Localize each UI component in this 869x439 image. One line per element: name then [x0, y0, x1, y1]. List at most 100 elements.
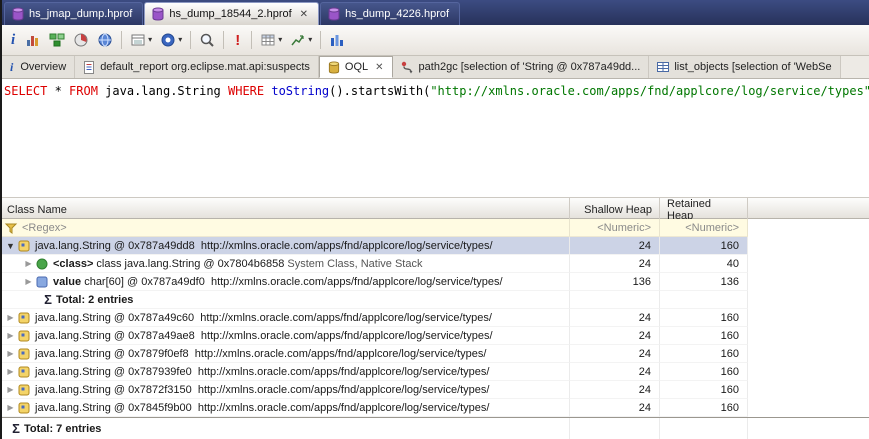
histogram-button[interactable] — [21, 28, 45, 52]
string-object-icon — [18, 330, 30, 341]
hprof-file-icon — [12, 7, 24, 21]
retained-heap-value: 160 — [660, 237, 748, 255]
table-options-button[interactable]: ▾ — [256, 28, 286, 52]
row-label: java.lang.String @ 0x787a49ae8 http://xm… — [35, 329, 493, 342]
table-row[interactable]: ▶ <class> class java.lang.String @ 0x780… — [0, 255, 869, 273]
hprof-file-icon — [152, 7, 164, 21]
heap-overview-button[interactable] — [93, 28, 117, 52]
expand-arrow-icon[interactable]: ▶ — [4, 385, 17, 394]
expand-arrow-icon[interactable]: ▶ — [4, 313, 17, 322]
overview-button[interactable]: i — [5, 28, 21, 52]
run-report-button[interactable] — [69, 28, 93, 52]
row-class-name: ▶ java.lang.String @ 0x787a49c60 http://… — [0, 309, 570, 327]
string-object-icon — [18, 366, 30, 377]
oql-editor-pane: SELECT * FROM java.lang.String WHERE toS… — [0, 79, 869, 439]
editor-tab-hs-dump-18544[interactable]: hs_dump_18544_2.hprof ✕ — [144, 2, 320, 25]
chevron-down-icon: ▾ — [308, 35, 313, 44]
grid-icon — [261, 34, 275, 46]
row-filler — [748, 399, 869, 417]
sigma-icon: Σ — [44, 292, 52, 307]
shallow-heap-value: 24 — [570, 237, 660, 255]
string-object-icon — [18, 348, 30, 359]
toolbar-separator — [121, 31, 123, 49]
editor-tab-bar: hs_jmap_dump.hprof hs_dump_18544_2.hprof… — [0, 0, 869, 25]
row-filler — [748, 255, 869, 273]
row-class-name: ▼ java.lang.String @ 0x787a49dd8 http://… — [0, 237, 570, 255]
oql-classname: java.lang.String — [97, 84, 228, 98]
exclamation-icon: ! — [235, 31, 241, 49]
row-class-name: ▶ java.lang.String @ 0x7845f9b00 http://… — [0, 399, 570, 417]
tab-list-objects[interactable]: list_objects [selection of 'WebSe — [649, 56, 841, 78]
table-row[interactable]: ▶ value char[60] @ 0x787a49df0 http://xm… — [0, 273, 869, 291]
shallow-heap-value — [570, 291, 660, 309]
table-row[interactable]: ▶ java.lang.String @ 0x7879f0ef8 http://… — [0, 345, 869, 363]
table-row[interactable]: ▶ java.lang.String @ 0x787a49ae8 http://… — [0, 327, 869, 345]
editor-tab-hs-dump-4226[interactable]: hs_dump_4226.hprof — [320, 2, 461, 25]
open-views-button[interactable]: ▾ — [126, 28, 156, 52]
tab-label: OQL — [344, 61, 369, 73]
toolbar-separator — [320, 31, 322, 49]
export-chart-icon — [291, 35, 304, 46]
dominator-tree-button[interactable] — [45, 28, 69, 52]
oql-text: (). — [329, 84, 351, 98]
expand-arrow-icon[interactable]: ▶ — [4, 349, 17, 358]
row-filler — [748, 345, 869, 363]
filter-icon — [4, 223, 18, 234]
row-label: java.lang.String @ 0x787a49dd8 http://xm… — [35, 239, 493, 252]
editor-tab-hs-jmap-dump[interactable]: hs_jmap_dump.hprof — [4, 2, 144, 25]
expand-arrow-icon[interactable]: ▶ — [4, 367, 17, 376]
expand-arrow-icon[interactable]: ▼ — [4, 241, 17, 251]
oql-icon — [328, 60, 340, 74]
mat-window: hs_jmap_dump.hprof hs_dump_18544_2.hprof… — [0, 0, 869, 439]
table-row[interactable]: ▶ java.lang.String @ 0x7872f3150 http://… — [0, 381, 869, 399]
shallow-heap-value: 24 — [570, 381, 660, 399]
compare-button[interactable] — [325, 28, 349, 52]
filter-shallow-heap[interactable]: <Numeric> — [570, 219, 660, 237]
filter-class-name[interactable]: <Regex> — [0, 219, 570, 237]
expand-arrow-icon[interactable]: ▶ — [22, 277, 35, 286]
class-icon — [36, 258, 48, 269]
close-icon[interactable]: ✕ — [375, 62, 383, 73]
oql-query-input[interactable]: SELECT * FROM java.lang.String WHERE toS… — [0, 79, 869, 197]
row-label: java.lang.String @ 0x7872f3150 http://xm… — [35, 383, 490, 396]
row-filler — [748, 219, 869, 237]
table-row[interactable]: ▶ java.lang.String @ 0x787939fe0 http://… — [0, 363, 869, 381]
footer-total: Σ Total: 7 entries — [0, 418, 570, 439]
query-browser-button[interactable]: ▾ — [156, 28, 186, 52]
filter-retained-heap[interactable]: <Numeric> — [660, 219, 748, 237]
table-header: Class Name Shallow Heap Retained Heap — [0, 197, 869, 222]
tab-default-report[interactable]: default_report org.eclipse.mat.api:suspe… — [75, 56, 319, 78]
expand-arrow-icon[interactable]: ▶ — [4, 403, 17, 412]
chevron-down-icon: ▾ — [278, 35, 283, 44]
leak-suspects-button[interactable]: ! — [228, 28, 247, 52]
tab-path2gc[interactable]: path2gc [selection of 'String @ 0x787a49… — [392, 56, 650, 78]
table-row[interactable]: ▼ java.lang.String @ 0x787a49dd8 http://… — [0, 237, 869, 255]
retained-heap-value: 160 — [660, 309, 748, 327]
pie-report-icon — [74, 33, 88, 47]
table-row[interactable]: ▶ java.lang.String @ 0x7845f9b00 http://… — [0, 399, 869, 417]
tab-label: list_objects [selection of 'WebSe — [674, 61, 832, 73]
filter-row: <Regex> <Numeric> <Numeric> — [0, 219, 869, 237]
row-field-name: <class> — [53, 257, 94, 270]
row-label: java.lang.String @ 0x787a49c60 http://xm… — [35, 311, 492, 324]
table-row[interactable]: ▶ java.lang.String @ 0x787a49c60 http://… — [0, 309, 869, 327]
expand-arrow-icon[interactable]: ▶ — [4, 331, 17, 340]
tab-overview[interactable]: i Overview — [0, 56, 76, 78]
char-array-icon — [36, 276, 48, 287]
table-row-total: Σ Total: 2 entries — [0, 291, 869, 309]
expand-arrow-icon[interactable]: ▶ — [22, 259, 35, 268]
row-class-name: ▶ java.lang.String @ 0x7879f0ef8 http://… — [0, 345, 570, 363]
oql-method: startsWith — [350, 84, 424, 98]
export-button[interactable]: ▾ — [286, 28, 316, 52]
tab-oql[interactable]: OQL ✕ — [318, 56, 393, 78]
globe-icon — [98, 33, 112, 47]
editor-tab-label: hs_dump_4226.hprof — [345, 8, 450, 20]
search-button[interactable] — [195, 28, 219, 52]
string-object-icon — [18, 240, 30, 251]
close-icon[interactable]: ✕ — [300, 9, 308, 20]
chevron-down-icon: ▾ — [178, 35, 183, 44]
row-label: java.lang.String @ 0x7845f9b00 http://xm… — [35, 401, 490, 414]
total-label: Total: 7 entries — [24, 422, 102, 435]
row-class-name: ▶ java.lang.String @ 0x787a49ae8 http://… — [0, 327, 570, 345]
tab-label: path2gc [selection of 'String @ 0x787a49… — [418, 61, 641, 73]
